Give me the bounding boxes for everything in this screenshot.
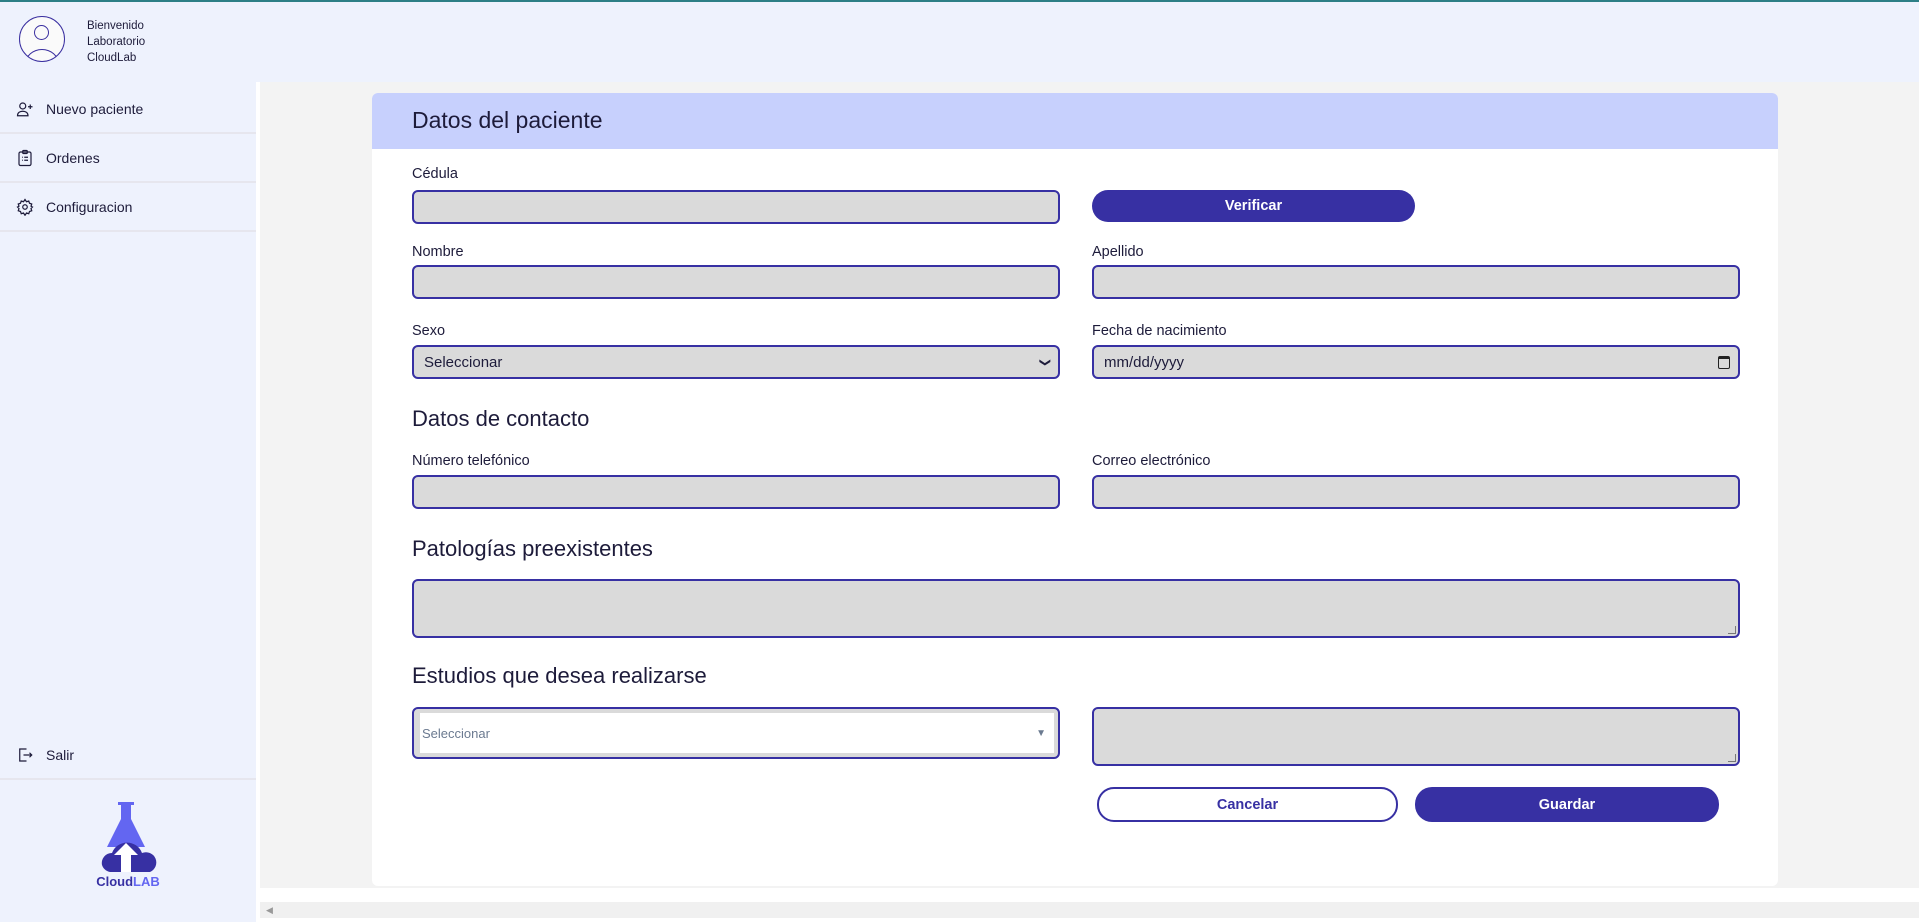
- estudios-placeholder: Seleccionar: [422, 725, 490, 741]
- sidebar-item-salir[interactable]: Salir: [0, 732, 256, 780]
- top-border: [0, 0, 1919, 2]
- nombre-label: Nombre: [412, 244, 464, 260]
- nombre-input[interactable]: [412, 265, 1060, 299]
- user-plus-icon: [16, 102, 33, 117]
- correo-label: Correo electrónico: [1092, 453, 1211, 469]
- apellido-label: Apellido: [1092, 244, 1144, 260]
- resize-handle[interactable]: [1728, 626, 1736, 634]
- correo-input[interactable]: [1092, 475, 1740, 509]
- sidebar-item-label: Configuracion: [46, 199, 133, 215]
- patient-form-card: Datos del paciente Cédula Verificar Nomb…: [372, 93, 1778, 886]
- sidebar-item-label: Ordenes: [46, 150, 100, 166]
- estudios-select[interactable]: Seleccionar ▼: [412, 707, 1060, 759]
- fecha-label: Fecha de nacimiento: [1092, 323, 1227, 339]
- telefono-label: Número telefónico: [412, 453, 530, 469]
- sexo-value: Seleccionar: [424, 353, 503, 371]
- calendar-icon[interactable]: [1718, 355, 1730, 369]
- logout-icon: [19, 748, 33, 762]
- cedula-input[interactable]: [412, 190, 1060, 224]
- estudios-textarea[interactable]: [1092, 707, 1740, 766]
- verify-button[interactable]: Verificar: [1092, 190, 1415, 222]
- welcome-line: CloudLab: [87, 52, 137, 64]
- sidebar-item-ordenes[interactable]: Ordenes: [0, 135, 256, 183]
- card-header: Datos del paciente: [372, 93, 1778, 149]
- estudios-heading: Estudios que desea realizarse: [412, 663, 707, 688]
- horizontal-scrollbar[interactable]: ◀: [260, 902, 1919, 918]
- fecha-input[interactable]: mm/dd/yyyy: [1092, 345, 1740, 379]
- sidebar-item-label: Nuevo paciente: [46, 101, 144, 117]
- page-title: Datos del paciente: [412, 107, 603, 133]
- telefono-input[interactable]: [412, 475, 1060, 509]
- resize-handle[interactable]: [1728, 754, 1736, 762]
- scroll-left-icon[interactable]: ◀: [266, 905, 273, 916]
- sidebar-item-configuracion[interactable]: Configuracion: [0, 184, 256, 232]
- fecha-placeholder: mm/dd/yyyy: [1104, 353, 1185, 371]
- avatar-icon: [19, 16, 65, 62]
- apellido-input[interactable]: [1092, 265, 1740, 299]
- sexo-select[interactable]: Seleccionar ❯: [412, 345, 1060, 379]
- svg-text:CloudLAB: CloudLAB: [96, 874, 160, 889]
- save-button[interactable]: Guardar: [1415, 787, 1719, 822]
- welcome-line: Laboratorio: [87, 36, 146, 48]
- sexo-label: Sexo: [412, 323, 446, 339]
- welcome-line: Bienvenido: [87, 20, 144, 32]
- sidebar-item-label: Salir: [46, 747, 75, 763]
- chevron-down-icon: ❯: [1038, 357, 1051, 367]
- cancel-button[interactable]: Cancelar: [1097, 787, 1398, 822]
- cedula-label: Cédula: [412, 166, 458, 182]
- contact-heading: Datos de contacto: [412, 406, 590, 431]
- patologias-heading: Patologías preexistentes: [412, 536, 653, 561]
- patologias-textarea[interactable]: [412, 579, 1740, 638]
- cloudlab-logo: CloudLAB: [92, 800, 164, 890]
- dropdown-arrow-icon: ▼: [1036, 727, 1046, 739]
- welcome-text: Bienvenido Laboratorio CloudLab: [87, 18, 145, 66]
- gear-icon: [16, 198, 34, 216]
- clipboard-list-icon: [18, 149, 32, 167]
- sidebar-item-nuevo-paciente[interactable]: Nuevo paciente: [0, 86, 256, 134]
